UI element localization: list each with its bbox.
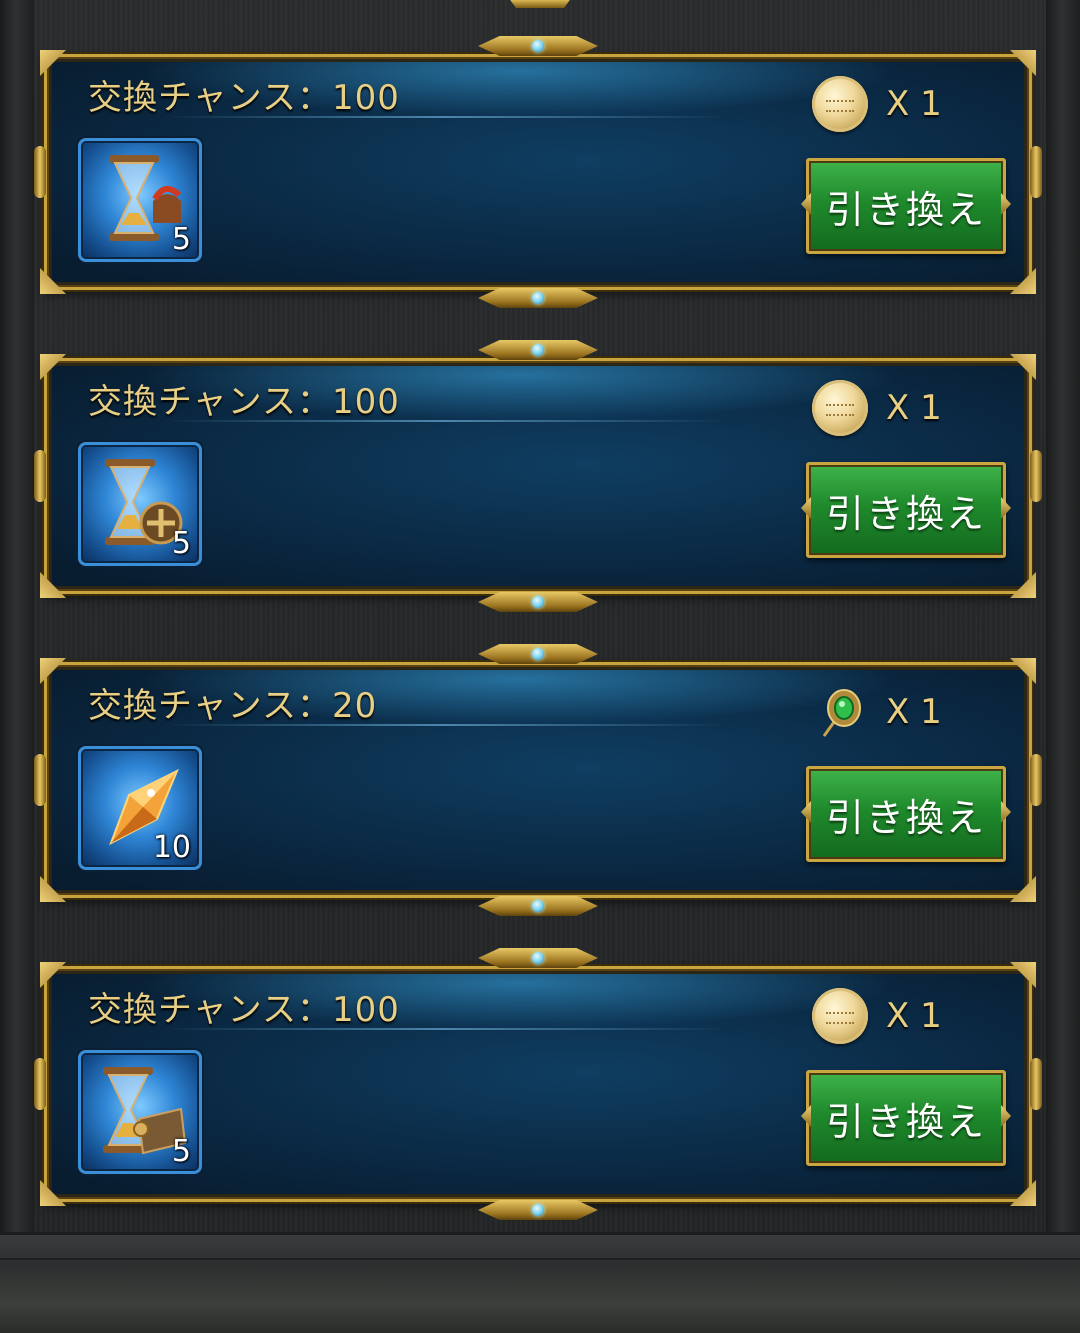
frame-knob [34,1058,46,1110]
emerald-amulet-icon [822,689,861,737]
item-quantity: 5 [171,526,191,561]
exchange-button[interactable]: 引き換え [801,158,1011,254]
item-quantity: 5 [171,1134,191,1169]
gold-coin-icon [812,76,868,132]
gold-coin-icon [812,988,868,1044]
exchange-button-label: 引き換え [825,795,986,840]
title-underline [164,1028,724,1030]
exchange-card: 交換チャンス：20 10 X 1 引き換え [34,644,1042,916]
corner-ornament [40,354,66,380]
cost-amount: X 1 [886,388,942,428]
exchange-card: 交換チャンス：100 5 X 1 引き換え [34,36,1042,308]
corner-ornament [1010,962,1036,988]
title-underline [164,420,724,422]
reward-item-slot[interactable]: 10 [78,746,202,870]
item-quantity: 5 [171,222,191,257]
exchange-card: 交換チャンス：100 5 X 1 引き換え [34,340,1042,612]
cost-amount: X 1 [886,996,942,1036]
corner-ornament [1010,658,1036,684]
corner-ornament [1010,268,1036,294]
exchange-button-label: 引き換え [825,187,986,232]
right-pillar-decoration [1046,0,1080,1330]
title-underline [164,116,724,118]
corner-ornament [40,572,66,598]
gem-ornament [532,952,544,964]
corner-ornament [1010,354,1036,380]
gold-coin-icon [812,380,868,436]
frame-knob [1030,450,1042,502]
top-ornament [500,0,580,8]
corner-ornament [1010,1180,1036,1206]
frame-knob [1030,754,1042,806]
item-quantity: 10 [152,830,191,865]
exchange-button[interactable]: 引き換え [801,462,1011,558]
exchange-button[interactable]: 引き換え [801,1070,1011,1166]
corner-ornament [1010,876,1036,902]
corner-ornament [40,50,66,76]
frame-knob [34,146,46,198]
left-pillar-decoration [0,0,34,1330]
title-underline [164,724,724,726]
frame-knob [34,450,46,502]
reward-item-slot[interactable]: 5 [78,442,202,566]
corner-ornament [40,658,66,684]
gem-ornament [532,1204,544,1216]
exchange-chance-title: 交換チャンス：100 [88,990,400,1030]
gem-ornament [532,344,544,356]
cost-amount: X 1 [886,84,942,124]
reward-item-slot[interactable]: 5 [78,138,202,262]
cost-amount: X 1 [886,692,942,732]
reward-item-slot[interactable]: 5 [78,1050,202,1174]
exchange-button[interactable]: 引き換え [801,766,1011,862]
exchange-card: 交換チャンス：100 5 X 1 引き換え [34,948,1042,1220]
exchange-button-label: 引き換え [825,1099,986,1144]
corner-ornament [1010,50,1036,76]
floor-decoration [0,1232,1080,1333]
exchange-chance-title: 交換チャンス：100 [88,382,400,422]
exchange-button-label: 引き換え [825,491,986,536]
corner-ornament [40,268,66,294]
exchange-chance-title: 交換チャンス：20 [88,686,378,726]
gem-ornament [532,900,544,912]
frame-knob [1030,1058,1042,1110]
gem-ornament [532,292,544,304]
frame-knob [1030,146,1042,198]
corner-ornament [1010,572,1036,598]
corner-ornament [40,876,66,902]
gem-ornament [532,648,544,660]
floor-divider [0,1258,1080,1260]
gem-ornament [532,596,544,608]
frame-knob [34,754,46,806]
gem-ornament [532,40,544,52]
corner-ornament [40,962,66,988]
exchange-chance-title: 交換チャンス：100 [88,78,400,118]
corner-ornament [40,1180,66,1206]
